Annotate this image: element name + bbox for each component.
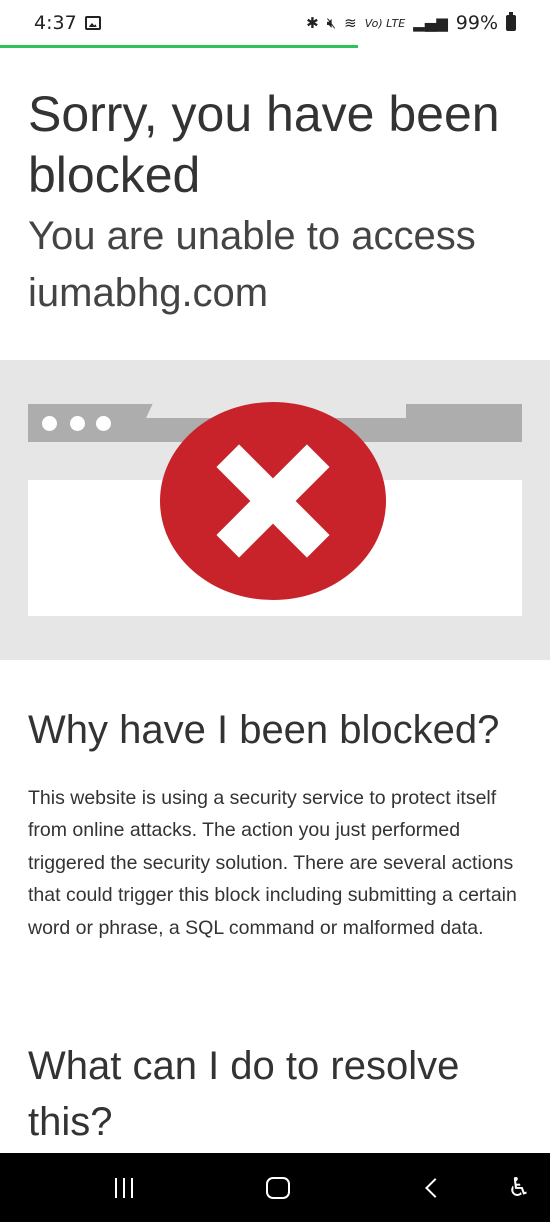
page-title: Sorry, you have been blocked: [28, 86, 500, 203]
home-button[interactable]: [258, 1153, 298, 1222]
wifi-icon: ≋: [344, 14, 357, 32]
bluetooth-icon: ✱: [306, 14, 319, 32]
back-button[interactable]: [420, 1153, 450, 1222]
browser-dot: [96, 416, 111, 431]
page-subtitle: You are unable to access iumabhg.com: [28, 214, 476, 315]
accessibility-button[interactable]: ♿︎: [502, 1153, 536, 1222]
network-label: Vo) LTE: [364, 16, 406, 30]
why-body: This website is using a security service…: [28, 787, 517, 939]
battery-icon: [506, 12, 516, 31]
blocked-illustration: [0, 360, 550, 660]
blocked-x-icon: [160, 402, 386, 600]
why-heading: Why have I been blocked?: [28, 708, 500, 752]
page-content: Sorry, you have been blocked You are una…: [0, 48, 550, 1153]
status-right: ✱ 🔇︎ ≋ Vo) LTE ▂▄▆ 99%: [306, 12, 516, 34]
mute-icon: 🔇︎: [326, 14, 337, 32]
status-time: 4:37: [34, 12, 77, 34]
image-icon: [84, 16, 101, 30]
status-bar: 4:37 ✱ 🔇︎ ≋ Vo) LTE ▂▄▆ 99%: [0, 0, 550, 46]
accessibility-icon: ♿︎: [507, 1172, 531, 1203]
browser-dot: [70, 416, 85, 431]
battery-percent: 99%: [455, 12, 498, 34]
home-icon: [266, 1176, 290, 1199]
browser-dot: [42, 416, 57, 431]
recents-button[interactable]: [104, 1153, 144, 1222]
signal-icon: ▂▄▆: [413, 14, 448, 32]
recents-icon: [115, 1177, 133, 1198]
back-icon: [425, 1177, 445, 1198]
resolve-heading: What can I do to resolve this?: [28, 1044, 460, 1144]
status-left: 4:37: [34, 12, 101, 34]
navigation-bar: ♿︎: [0, 1153, 550, 1222]
